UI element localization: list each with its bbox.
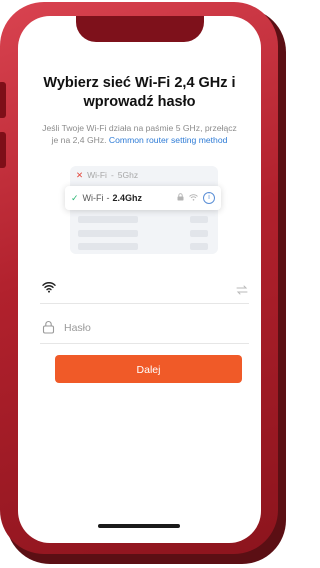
placeholder-row xyxy=(78,230,138,237)
home-indicator xyxy=(98,524,180,528)
faded-network-band: 5Ghz xyxy=(117,170,139,180)
title-line-2: wprowadź hasło xyxy=(83,94,196,110)
wifi-name-field[interactable] xyxy=(40,272,249,304)
selected-network-band: 2.4Ghz xyxy=(112,193,143,203)
field-underline xyxy=(40,343,249,344)
placeholder-row xyxy=(78,243,138,250)
selected-network-separator: - xyxy=(106,193,110,203)
band-hint: Jeśli Twoje Wi-Fi działa na paśmie 5 GHz… xyxy=(30,122,249,146)
faded-network-row: ✕ Wi-Fi - 5Ghz xyxy=(76,166,206,184)
swap-network-icon[interactable] xyxy=(235,282,249,295)
wifi-signal-icon xyxy=(189,193,198,203)
placeholder-row-end xyxy=(190,243,208,250)
phone-notch xyxy=(76,16,204,42)
router-setting-link[interactable]: Common router setting method xyxy=(109,135,227,145)
network-status-icons: i xyxy=(177,192,215,204)
lock-icon xyxy=(42,320,56,334)
hint-line-2-text: je na 2,4 GHz. xyxy=(51,135,107,145)
placeholder-row xyxy=(78,216,138,223)
hint-line-2: je na 2,4 GHz. Common router setting met… xyxy=(30,134,249,146)
next-button[interactable]: Dalej xyxy=(55,355,242,383)
phone-screen: Wybierz sieć Wi-Fi 2,4 GHz i wprowadź ha… xyxy=(18,16,261,543)
placeholder-row-end xyxy=(190,230,208,237)
password-input[interactable]: Hasło xyxy=(64,322,91,334)
placeholder-row-end xyxy=(190,216,208,223)
phone-side-button xyxy=(0,132,6,168)
app-stage: Wybierz sieć Wi-Fi 2,4 GHz i wprowadź ha… xyxy=(0,0,292,568)
title-line-1: Wybierz sieć Wi-Fi 2,4 GHz i xyxy=(43,75,236,91)
phone-frame: Wybierz sieć Wi-Fi 2,4 GHz i wprowadź ha… xyxy=(0,2,278,554)
info-icon: i xyxy=(203,192,215,204)
selected-network-card: ✓ Wi-Fi - 2.4Ghz i xyxy=(65,186,221,210)
field-underline xyxy=(40,303,249,304)
selected-network-label: Wi-Fi xyxy=(82,193,104,203)
password-field[interactable]: Hasło xyxy=(40,312,249,344)
lock-icon xyxy=(177,193,184,203)
check-icon: ✓ xyxy=(71,192,79,203)
wifi-icon xyxy=(42,280,56,294)
phone-side-button xyxy=(0,82,6,118)
faded-network-label: Wi-Fi xyxy=(87,170,107,180)
page-title: Wybierz sieć Wi-Fi 2,4 GHz i wprowadź ha… xyxy=(28,74,251,112)
faded-network-separator: - xyxy=(110,170,114,180)
hint-line-1: Jeśli Twoje Wi-Fi działa na paśmie 5 GHz… xyxy=(42,123,237,133)
x-icon: ✕ xyxy=(76,169,84,180)
